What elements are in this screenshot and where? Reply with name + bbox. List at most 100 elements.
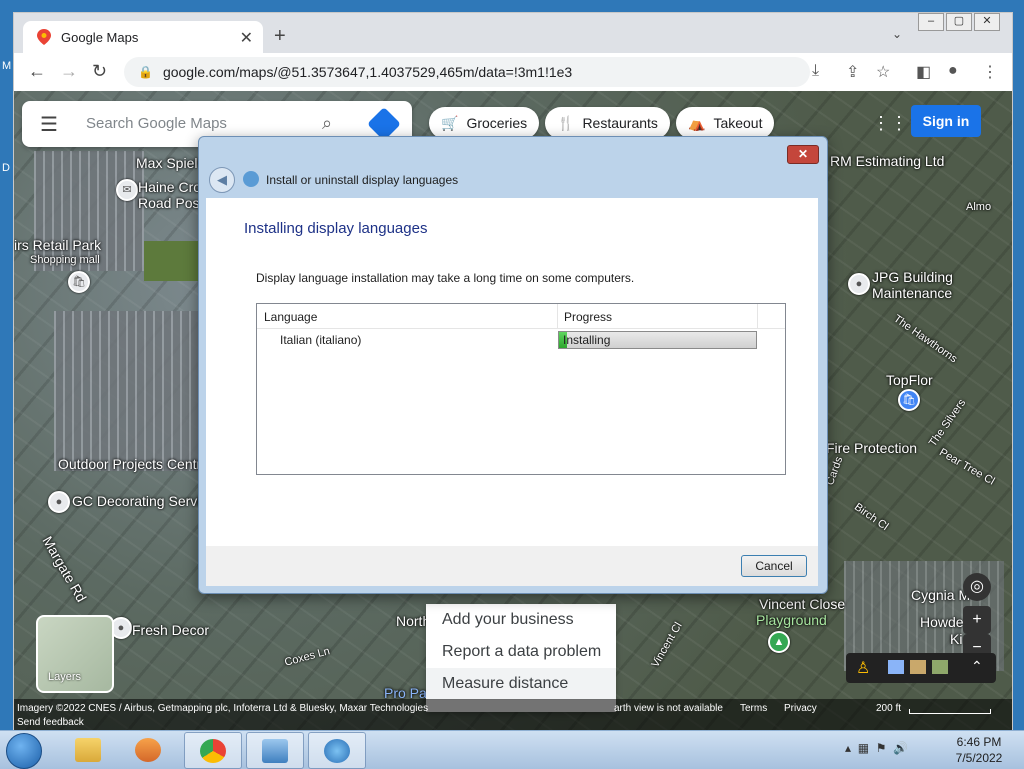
layers-label: Layers: [48, 671, 82, 683]
place-pin-icon[interactable]: ●: [848, 273, 870, 295]
language-name: Italian (italiano): [280, 333, 362, 347]
back-icon[interactable]: ←: [28, 61, 46, 82]
column-divider[interactable]: [557, 304, 558, 328]
cart-icon: 🛒: [441, 114, 459, 131]
tab-google-maps[interactable]: Google Maps ✕: [23, 21, 263, 53]
tab-search-icon[interactable]: ⌄: [892, 27, 902, 41]
taskbar-media-player[interactable]: [120, 732, 176, 767]
dialog-heading: Installing display languages: [244, 220, 428, 237]
sign-in-button[interactable]: Sign in: [911, 105, 981, 137]
chip-label: Restaurants: [582, 115, 658, 131]
share-icon[interactable]: ⇪: [846, 62, 859, 82]
imagery-thumb[interactable]: [932, 660, 948, 674]
clock-date: 7/5/2022: [955, 751, 1003, 765]
tray-icons[interactable]: ▴ ▦ ⚑ 🔊: [845, 741, 908, 755]
shopping-bag-icon[interactable]: 🛍: [898, 389, 920, 411]
map-label: The Hawthorns: [891, 312, 960, 366]
tab-title: Google Maps: [61, 29, 139, 45]
chip-takeout[interactable]: ⛺ Takeout: [676, 107, 775, 139]
cancel-button[interactable]: Cancel: [741, 555, 807, 577]
terms-link[interactable]: Terms: [740, 703, 767, 714]
dialog-close-button[interactable]: ✕: [787, 145, 819, 164]
install-app-icon[interactable]: ⤓: [812, 62, 819, 80]
menu-item-report-problem[interactable]: Report a data problem: [426, 636, 616, 668]
fork-knife-icon: 🍴: [557, 114, 575, 131]
column-header-language[interactable]: Language: [264, 310, 317, 324]
dialog-note: Display language installation may take a…: [256, 271, 635, 285]
shopping-bag-icon[interactable]: 🛍: [68, 271, 90, 293]
send-feedback-link[interactable]: Send feedback: [17, 717, 84, 728]
context-menu: Add your business Report a data problem …: [426, 604, 616, 712]
taskbar-explorer[interactable]: [60, 732, 116, 767]
menu-item-measure-distance[interactable]: Measure distance: [426, 668, 616, 700]
map-label: JPG Building: [872, 269, 953, 285]
new-tab-button[interactable]: +: [274, 25, 286, 48]
map-label: Birch Cl: [852, 501, 891, 533]
language-list: Language Progress Italian (italiano) Ins…: [256, 303, 786, 475]
address-bar[interactable]: 🔒 google.com/maps/@51.3573647,1.4037529,…: [124, 57, 810, 87]
url-text: google.com/maps/@51.3573647,1.4037529,46…: [162, 64, 573, 80]
place-pin-icon[interactable]: ●: [48, 491, 70, 513]
maps-pin-icon: [37, 29, 51, 45]
chip-groceries[interactable]: 🛒 Groceries: [429, 107, 540, 139]
map-label: TopFlor: [886, 372, 933, 388]
minimize-button[interactable]: ‒: [918, 13, 944, 31]
progress-bar: Installing: [558, 331, 757, 349]
lock-icon: 🔒: [138, 65, 153, 79]
map-label: Vincent Close: [759, 596, 846, 612]
forward-icon[interactable]: →: [60, 61, 78, 82]
start-button[interactable]: [6, 733, 42, 769]
expand-icon[interactable]: ⌃: [971, 658, 983, 675]
taskbar-control-panel[interactable]: [246, 732, 304, 769]
imagery-thumb[interactable]: [910, 660, 926, 674]
desktop-icon-label: D: [2, 162, 10, 174]
chip-restaurants[interactable]: 🍴 Restaurants: [545, 107, 670, 139]
takeout-bag-icon: ⛺: [688, 114, 706, 131]
bookmark-star-icon[interactable]: ☆: [876, 62, 890, 82]
scale-label: 200 ft: [876, 703, 902, 714]
clock[interactable]: 6:46 PM 7/5/2022: [944, 734, 1014, 766]
taskbar: ▴ ▦ ⚑ 🔊 6:46 PM 7/5/2022: [0, 730, 1024, 769]
profile-avatar[interactable]: ●: [948, 62, 958, 80]
map-label: Vincent Cl: [649, 620, 685, 670]
imagery-thumb[interactable]: [888, 660, 904, 674]
browser-toolbar: ← → ↻ 🔒 google.com/maps/@51.3573647,1.40…: [14, 53, 1012, 92]
post-office-icon[interactable]: ✉: [116, 179, 138, 201]
privacy-link[interactable]: Privacy: [784, 703, 817, 714]
column-divider[interactable]: [757, 304, 758, 328]
layers-button[interactable]: Layers: [36, 615, 114, 693]
map-label: Haine Cro: [138, 179, 202, 195]
column-header-progress[interactable]: Progress: [564, 310, 612, 324]
chip-label: Takeout: [713, 115, 763, 131]
zoom-in-button[interactable]: +: [963, 606, 991, 634]
map-label: Playground: [756, 612, 827, 628]
media-player-icon: [135, 737, 161, 762]
map-label: Fire Protection: [826, 440, 918, 456]
map-field: [144, 241, 204, 281]
dialog-content: Installing display languages Display lan…: [206, 198, 818, 546]
my-location-icon[interactable]: ◎: [963, 573, 991, 601]
taskbar-chrome[interactable]: [184, 732, 242, 769]
close-window-button[interactable]: ✕: [974, 13, 1000, 31]
map-label: Pear Tree Cl: [937, 446, 997, 488]
globe-icon: [324, 738, 350, 763]
menu-item-add-business[interactable]: Add your business: [426, 604, 616, 636]
search-placeholder: Search Google Maps: [86, 115, 227, 132]
search-icon[interactable]: ⌕: [322, 113, 332, 134]
tab-close-icon[interactable]: ✕: [240, 28, 253, 48]
map-label: Cygnia M: [911, 587, 971, 603]
park-icon[interactable]: ▲: [768, 631, 790, 653]
map-label: Max Spiel: [136, 155, 198, 171]
side-panel-icon[interactable]: ◧: [916, 62, 931, 82]
maximize-button[interactable]: ▢: [946, 13, 972, 31]
back-arrow-icon[interactable]: ◀: [209, 167, 235, 193]
map-label: Almo: [966, 201, 992, 213]
map-label: Shopping mall: [30, 254, 100, 266]
map-label: irs Retail Park: [14, 237, 102, 253]
chrome-menu-icon[interactable]: ⋮: [982, 62, 998, 82]
map-parking-lot: [34, 151, 144, 271]
hamburger-menu-icon[interactable]: ☰: [40, 112, 58, 137]
pegman-icon[interactable]: ♙: [856, 658, 870, 678]
reload-icon[interactable]: ↻: [92, 61, 107, 82]
taskbar-language-installer[interactable]: [308, 732, 366, 769]
